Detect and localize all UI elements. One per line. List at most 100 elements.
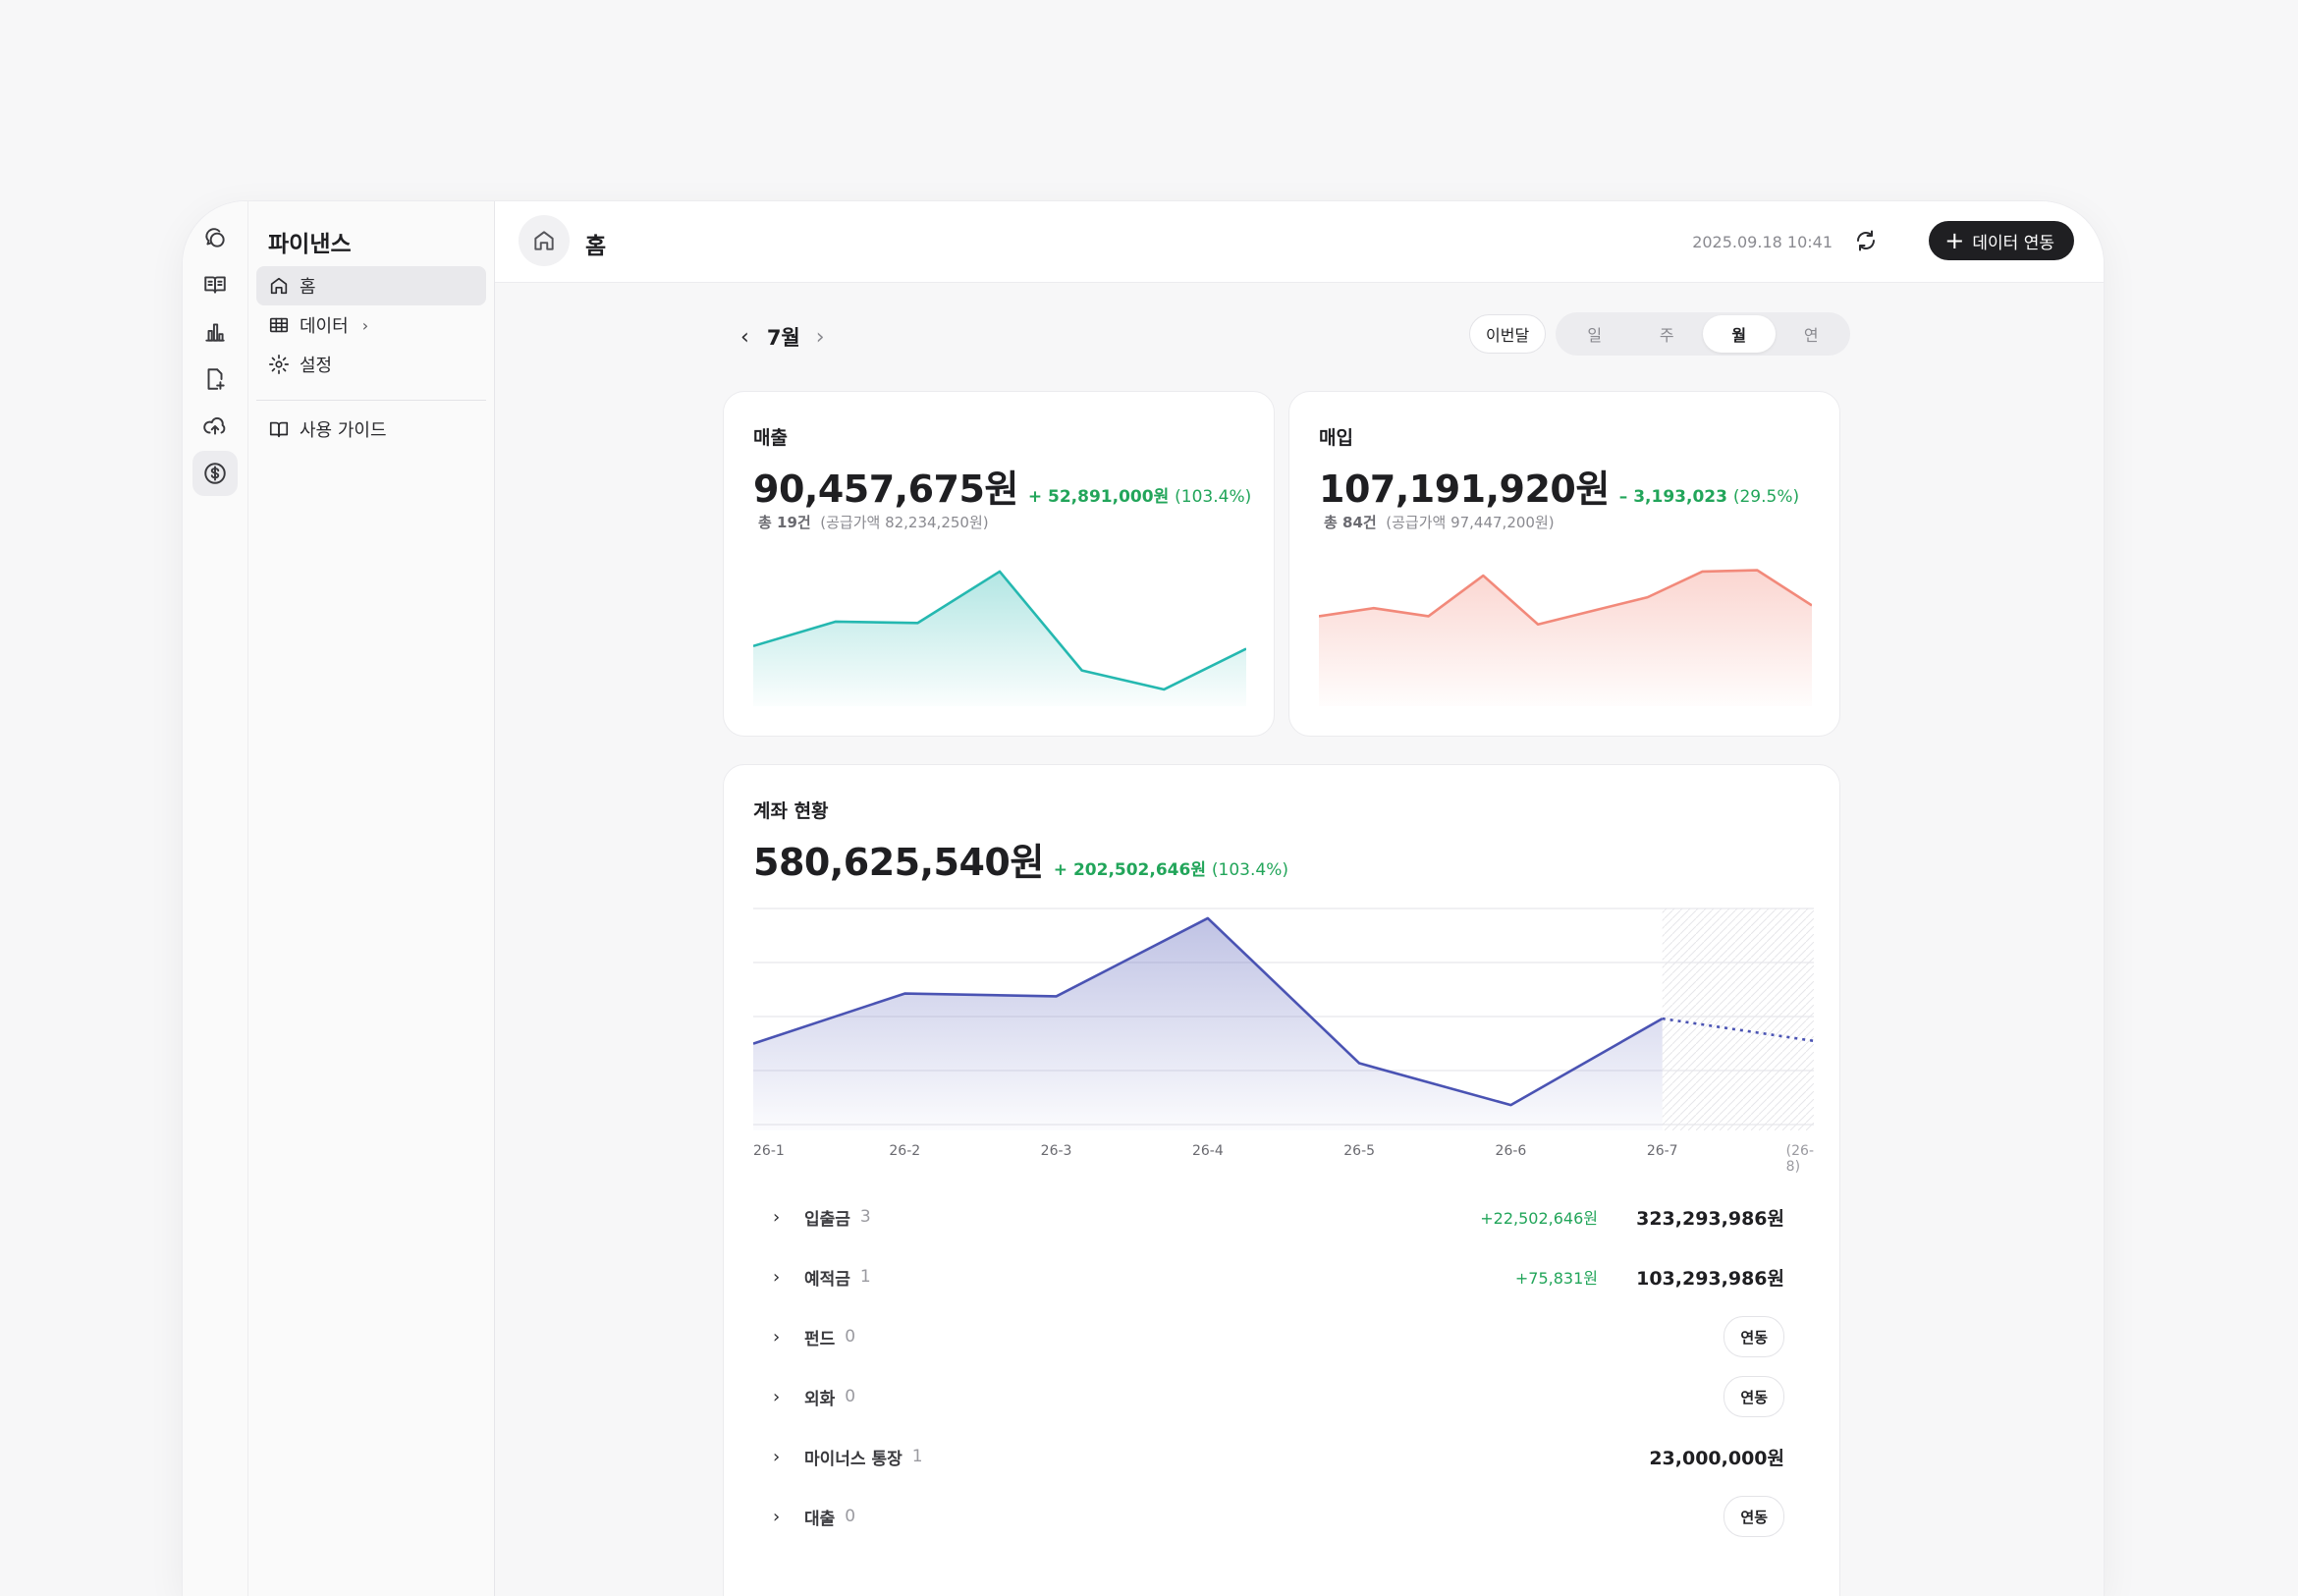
- chat-icon[interactable]: [192, 215, 238, 260]
- account-row-loan[interactable]: › 대출 0 연동: [773, 1497, 1784, 1536]
- connect-fund-button[interactable]: 연동: [1724, 1316, 1784, 1357]
- account-amount: 580,625,540원 + 202,502,646원 (103.4%): [753, 832, 1288, 886]
- chevron-right-icon: ›: [773, 1327, 793, 1348]
- chevron-right-icon: ›: [362, 316, 368, 335]
- sidebar-item-home[interactable]: 홈: [256, 266, 486, 305]
- account-row-name: 대출: [804, 1505, 835, 1529]
- connect-foreign-button[interactable]: 연동: [1724, 1376, 1784, 1417]
- segment-month[interactable]: 월: [1703, 315, 1776, 353]
- home-button[interactable]: [519, 215, 570, 266]
- refresh-icon: [1854, 229, 1878, 252]
- home-icon: [268, 275, 290, 297]
- sales-count: 총 19건: [758, 514, 811, 531]
- account-delta-value: + 202,502,646원: [1054, 860, 1206, 880]
- account-row-total: 103,293,986원: [1636, 1264, 1784, 1291]
- page-title: 홈: [585, 227, 606, 260]
- sidebar: 파이낸스 홈 데이터 › 설정 사용 가이드: [248, 201, 495, 1596]
- x-tick-label: 26-3: [1041, 1143, 1072, 1159]
- sidebar-divider: [256, 400, 486, 401]
- sales-amount-value: 90,457,675원: [753, 468, 1018, 511]
- account-row-delta: +75,831원: [1515, 1265, 1598, 1289]
- area-fill: [1319, 571, 1812, 706]
- sidebar-item-guide[interactable]: 사용 가이드: [256, 410, 486, 449]
- sidebar-item-settings[interactable]: 설정: [256, 345, 486, 384]
- account-row-delta: +22,502,646원: [1480, 1205, 1598, 1229]
- account-delta-pct: (103.4%): [1212, 860, 1288, 880]
- segment-week[interactable]: 주: [1631, 315, 1704, 353]
- purchase-count: 총 84건: [1324, 514, 1377, 531]
- account-row-name: 외화: [804, 1385, 835, 1409]
- account-chart: [753, 903, 1814, 1130]
- app-rail: [183, 201, 248, 1596]
- account-row-fund[interactable]: › 펀드 0 연동: [773, 1317, 1784, 1356]
- top-header: 홈 2025.09.18 10:41 + 데이터 연동: [495, 201, 2104, 283]
- plus-icon: +: [1944, 229, 1964, 252]
- sidebar-item-label: 사용 가이드: [300, 416, 387, 442]
- sales-delta: + 52,891,000원 (103.4%): [1028, 487, 1251, 507]
- sales-amount: 90,457,675원 + 52,891,000원 (103.4%): [753, 459, 1251, 513]
- purchase-chart: [1319, 559, 1812, 706]
- account-row-count: 0: [845, 1507, 855, 1526]
- forecast-region: [1663, 908, 1814, 1130]
- chevron-right-icon: ›: [773, 1387, 793, 1407]
- x-tick-label: 26-2: [889, 1143, 920, 1159]
- sidebar-item-label: 설정: [300, 352, 332, 377]
- chevron-right-icon: ›: [773, 1207, 793, 1228]
- sidebar-item-label: 데이터: [300, 312, 349, 338]
- this-month-button[interactable]: 이번달: [1469, 314, 1546, 354]
- account-card: 계좌 현황 580,625,540원+ 202,502,646원 (103.4%…: [723, 764, 1840, 1596]
- period-segmented-control: 일 주 월 연: [1556, 312, 1850, 356]
- sales-delta-value: + 52,891,000원: [1028, 487, 1169, 507]
- account-row-total: 323,293,986원: [1636, 1204, 1784, 1231]
- connect-data-button[interactable]: + 데이터 연동: [1929, 221, 2074, 260]
- open-book-icon: [268, 418, 290, 440]
- account-row-name: 펀드: [804, 1325, 835, 1349]
- purchase-supply: (공급가액 97,447,200원): [1386, 514, 1554, 531]
- segment-day[interactable]: 일: [1559, 315, 1631, 353]
- purchase-delta: – 3,193,023 (29.5%): [1619, 487, 1799, 507]
- account-row-count: 1: [912, 1447, 923, 1466]
- account-row-foreign[interactable]: › 외화 0 연동: [773, 1377, 1784, 1416]
- gear-icon: [268, 354, 290, 375]
- sidebar-item-data[interactable]: 데이터 ›: [256, 305, 486, 345]
- x-tick-label: 26-7: [1647, 1143, 1678, 1159]
- chevron-right-icon[interactable]: ›: [816, 325, 825, 350]
- sales-summary: 총 19건 (공급가액 82,234,250원): [758, 512, 989, 532]
- chevron-left-icon[interactable]: ‹: [740, 325, 749, 350]
- bar-chart-icon[interactable]: [192, 309, 238, 355]
- x-tick-label: 26-1: [753, 1143, 785, 1159]
- purchase-delta-pct: (29.5%): [1733, 487, 1799, 507]
- finance-icon[interactable]: [192, 451, 238, 496]
- area-fill: [753, 918, 1663, 1130]
- app-window: 파이낸스 홈 데이터 › 설정 사용 가이드 홈 2025.09.18 10:4…: [183, 201, 2104, 1596]
- sales-supply: (공급가액 82,234,250원): [820, 514, 988, 531]
- connect-loan-button[interactable]: 연동: [1724, 1496, 1784, 1537]
- refresh-button[interactable]: [1846, 221, 1886, 260]
- book-icon[interactable]: [192, 262, 238, 307]
- month-navigator: ‹ 7월 ›: [740, 322, 825, 352]
- purchase-amount-value: 107,191,920원: [1319, 468, 1610, 511]
- add-file-icon[interactable]: [192, 357, 238, 402]
- account-row-overdraft[interactable]: › 마이너스 통장 1 23,000,000원: [773, 1437, 1784, 1476]
- connect-data-label: 데이터 연동: [1972, 229, 2054, 253]
- account-row-name: 예적금: [804, 1265, 850, 1290]
- x-tick-label: 26-4: [1192, 1143, 1224, 1159]
- sales-card[interactable]: 매출 90,457,675원 + 52,891,000원 (103.4%) 총 1…: [723, 391, 1275, 737]
- month-label: 7월: [767, 322, 800, 352]
- purchase-amount: 107,191,920원 – 3,193,023 (29.5%): [1319, 459, 1799, 513]
- table-icon: [268, 314, 290, 336]
- account-row-name: 마이너스 통장: [804, 1445, 903, 1469]
- sidebar-title: 파이낸스: [268, 225, 352, 258]
- sales-label: 매출: [753, 423, 788, 450]
- purchase-card[interactable]: 매입 107,191,920원– 3,193,023 (29.5%) 총 84건…: [1288, 391, 1840, 737]
- account-row-checking[interactable]: › 입출금 3 +22,502,646원 323,293,986원: [773, 1197, 1784, 1237]
- segment-year[interactable]: 연: [1776, 315, 1848, 353]
- last-updated-time: 2025.09.18 10:41: [1692, 233, 1833, 251]
- account-row-savings[interactable]: › 예적금 1 +75,831원 103,293,986원: [773, 1257, 1784, 1296]
- account-row-name: 입출금: [804, 1205, 850, 1230]
- account-amount-value: 580,625,540원: [753, 841, 1044, 884]
- x-tick-label: (26-8): [1786, 1143, 1814, 1175]
- cloud-upload-icon[interactable]: [192, 404, 238, 449]
- purchase-summary: 총 84건 (공급가액 97,447,200원): [1324, 512, 1555, 532]
- sidebar-item-label: 홈: [300, 273, 316, 299]
